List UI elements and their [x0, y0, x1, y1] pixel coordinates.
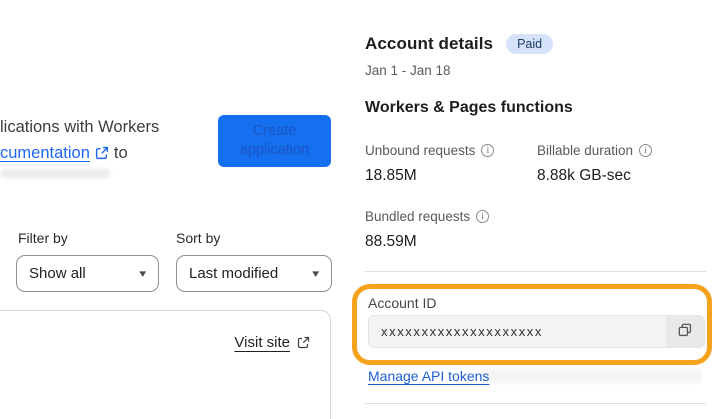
- account-details-header: Account details Paid: [365, 34, 554, 54]
- stat-label: Bundled requests i: [365, 209, 490, 224]
- manage-api-tokens-link[interactable]: Manage API tokens: [368, 368, 489, 384]
- stat-unbound-requests: Unbound requests i 18.85M: [365, 143, 495, 185]
- divider: [365, 271, 706, 272]
- stat-billable-duration: Billable duration i 8.88k GB-sec: [537, 143, 653, 185]
- intro-after-link: to: [113, 144, 128, 162]
- account-details-panel: Account details Paid Jan 1 - Jan 18 Work…: [352, 0, 712, 419]
- visit-site-label: Visit site: [234, 334, 290, 351]
- paid-plan-badge: Paid: [506, 34, 554, 54]
- section-heading: Workers & Pages functions: [365, 99, 573, 116]
- info-icon[interactable]: i: [481, 144, 495, 157]
- faded-text-artifact: [480, 369, 702, 383]
- stat-value: 88.59M: [365, 233, 417, 250]
- stat-label: Billable duration i: [537, 143, 653, 158]
- external-link-icon: [297, 336, 310, 349]
- intro-line-2: cumentation to: [0, 140, 210, 166]
- date-range: Jan 1 - Jan 18: [365, 63, 451, 78]
- copy-button[interactable]: [666, 316, 704, 347]
- account-id-input[interactable]: [369, 316, 666, 347]
- visit-site-link[interactable]: Visit site: [234, 334, 310, 351]
- copy-icon: [677, 322, 693, 341]
- filter-select-value: Show all: [29, 265, 86, 282]
- chevron-down-icon: ▾: [312, 268, 320, 280]
- sort-by-label: Sort by: [176, 230, 221, 246]
- sort-select[interactable]: Last modified ▾: [176, 255, 332, 292]
- project-card: Visit site: [0, 310, 331, 419]
- intro-line-1: lications with Workers: [0, 118, 160, 136]
- stat-value: 18.85M: [365, 167, 417, 184]
- chevron-down-icon: ▾: [139, 268, 147, 280]
- account-details-title: Account details: [365, 34, 494, 53]
- info-icon[interactable]: i: [639, 144, 653, 157]
- documentation-link[interactable]: cumentation: [0, 140, 90, 166]
- filter-select[interactable]: Show all ▾: [16, 255, 159, 292]
- stat-bundled-requests: Bundled requests i 88.59M: [365, 209, 490, 251]
- create-application-button[interactable]: Create application: [218, 115, 331, 167]
- external-link-icon: [95, 146, 109, 160]
- intro-text: lications with Workers cumentation to: [0, 114, 210, 166]
- account-id-label: Account ID: [368, 295, 437, 311]
- divider: [365, 403, 706, 404]
- workers-pages-overview: lications with Workers cumentation to Cr…: [0, 0, 718, 419]
- info-icon[interactable]: i: [476, 210, 490, 223]
- stat-value: 8.88k GB-sec: [537, 167, 631, 184]
- sort-select-value: Last modified: [189, 265, 279, 282]
- filter-by-label: Filter by: [18, 230, 68, 246]
- stat-label: Unbound requests i: [365, 143, 495, 158]
- account-id-field-group: [368, 315, 705, 348]
- faded-text-artifact: [0, 169, 110, 178]
